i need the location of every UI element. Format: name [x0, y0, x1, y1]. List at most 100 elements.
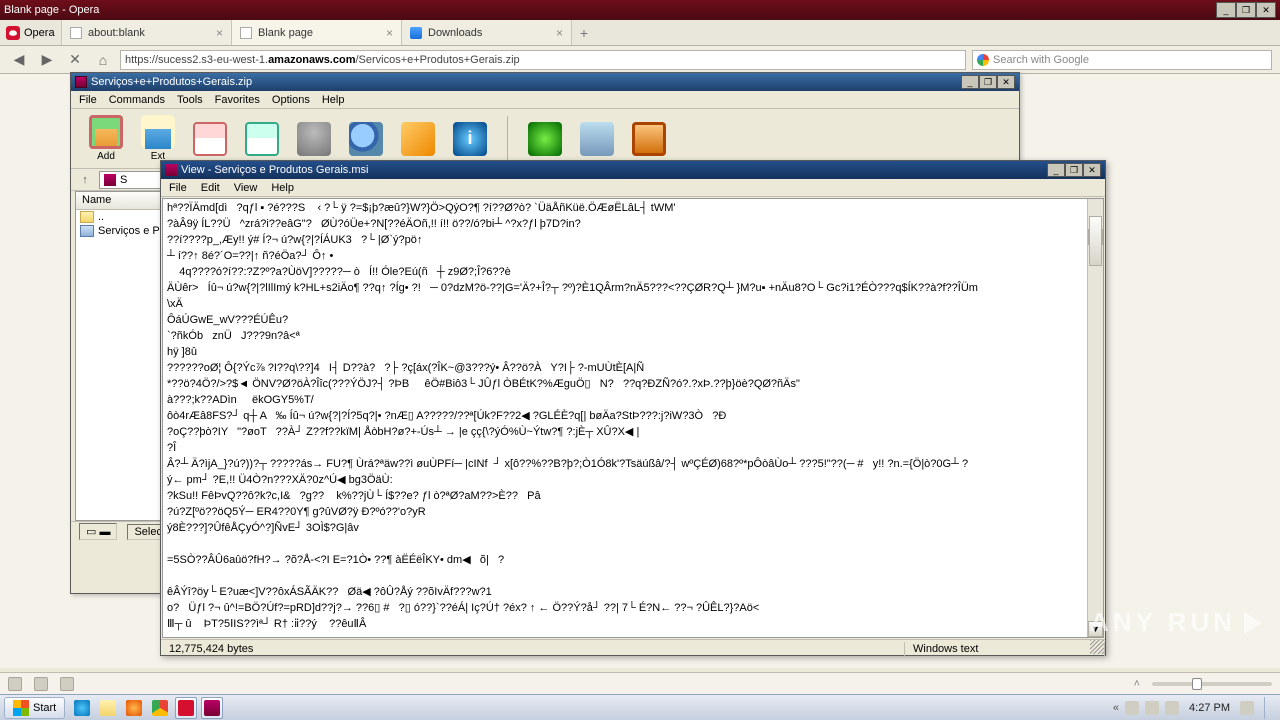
tab-downloads[interactable]: Downloads × [402, 20, 572, 45]
forward-button[interactable]: ▶ [36, 50, 58, 70]
add-icon [89, 115, 123, 149]
status-view-icons[interactable]: ▭ ▬ [79, 523, 117, 540]
download-icon [410, 27, 422, 39]
winrar-icon [165, 164, 177, 176]
window-title: Blank page - Opera [4, 4, 1216, 16]
tool-extract[interactable]: Ext [141, 115, 175, 162]
taskbar-chrome[interactable] [149, 697, 171, 719]
winrar-titlebar[interactable]: Serviços+e+Produtos+Gerais.zip _ ❐ ✕ [71, 73, 1019, 91]
menu-commands[interactable]: Commands [109, 94, 165, 106]
winrar-title-text: Serviços+e+Produtos+Gerais.zip [91, 76, 252, 88]
close-button[interactable]: ✕ [1256, 2, 1276, 18]
minimize-button[interactable]: _ [1047, 163, 1065, 177]
winrar-icon [75, 76, 87, 88]
test-icon [193, 122, 227, 156]
tool-comment[interactable] [580, 122, 614, 156]
taskbar-opera[interactable] [175, 697, 197, 719]
menu-favorites[interactable]: Favorites [215, 94, 260, 106]
start-button[interactable]: Start [4, 697, 65, 719]
menu-file[interactable]: File [79, 94, 97, 106]
view-icon [245, 122, 279, 156]
tray-icon[interactable] [1125, 701, 1139, 715]
tool-wizard[interactable] [401, 122, 435, 156]
maximize-button[interactable]: ❐ [979, 75, 997, 89]
chevron-up-icon[interactable]: ˄ [1134, 678, 1140, 690]
path-value: S [120, 174, 127, 186]
back-button[interactable]: ◀ [8, 50, 30, 70]
viewer-titlebar[interactable]: View - Serviços e Produtos Gerais.msi _ … [161, 161, 1105, 179]
scroll-thumb[interactable] [1089, 216, 1102, 266]
clock[interactable]: 4:27 PM [1185, 702, 1234, 714]
reload-button[interactable]: ✕ [64, 50, 86, 70]
msi-icon [80, 225, 94, 237]
taskbar-mediaplayer[interactable] [123, 697, 145, 719]
menu-help[interactable]: Help [322, 94, 345, 106]
opera-titlebar: Blank page - Opera _ ❐ ✕ [0, 0, 1280, 20]
folder-icon [80, 211, 94, 223]
tool-sfx[interactable] [632, 122, 666, 156]
file-name: Serviços e Pr [98, 225, 163, 237]
extract-icon [141, 115, 175, 149]
browser-content: Serviços+e+Produtos+Gerais.zip _ ❐ ✕ Fil… [0, 74, 1280, 668]
minimize-button[interactable]: _ [961, 75, 979, 89]
home-button[interactable]: ⌂ [92, 50, 114, 70]
info-icon [453, 122, 487, 156]
google-icon [977, 54, 989, 66]
tool-info[interactable] [453, 122, 487, 156]
resize-grip[interactable] [1090, 640, 1104, 654]
tool-delete[interactable] [297, 122, 331, 156]
up-button[interactable]: ↑ [77, 172, 93, 188]
slider-thumb[interactable] [1192, 678, 1202, 690]
maximize-button[interactable]: ❐ [1236, 2, 1256, 18]
opera-menu-button[interactable]: Opera [0, 20, 62, 45]
system-tray: « 4:27 PM [1105, 697, 1280, 719]
url-domain: amazonaws.com [268, 54, 355, 66]
menu-help[interactable]: Help [271, 182, 294, 194]
windows-logo-icon [13, 700, 29, 716]
close-icon[interactable]: × [556, 26, 563, 40]
maximize-button[interactable]: ❐ [1065, 163, 1083, 177]
menu-view[interactable]: View [234, 182, 258, 194]
close-icon[interactable]: × [386, 26, 393, 40]
menu-options[interactable]: Options [272, 94, 310, 106]
minimize-button[interactable]: _ [1216, 2, 1236, 18]
action-center-icon[interactable] [1240, 701, 1254, 715]
viewer-title-text: View - Serviços e Produtos Gerais.msi [181, 164, 368, 176]
url-pre: https://sucess2.s3-eu-west-1. [125, 54, 268, 66]
scroll-down-button[interactable]: ▼ [1088, 621, 1103, 637]
taskbar-ie[interactable] [71, 697, 93, 719]
address-input[interactable]: https://sucess2.s3-eu-west-1.amazonaws.c… [120, 50, 966, 70]
tab-label: Downloads [428, 27, 482, 39]
tab-label: about:blank [88, 27, 145, 39]
vertical-scrollbar[interactable]: ▲ ▼ [1087, 199, 1103, 637]
explorer-icon [100, 700, 116, 716]
new-tab-button[interactable]: + [572, 20, 596, 45]
tool-virusscan[interactable] [528, 122, 562, 156]
taskbar-explorer[interactable] [97, 697, 119, 719]
page-icon [240, 27, 252, 39]
tab-aboutblank[interactable]: about:blank × [62, 20, 232, 45]
taskbar-winrar[interactable] [201, 697, 223, 719]
show-desktop-button[interactable] [1264, 697, 1272, 719]
tray-expand-icon[interactable]: « [1113, 702, 1119, 714]
volume-icon[interactable] [1145, 701, 1159, 715]
menu-edit[interactable]: Edit [201, 182, 220, 194]
tool-view[interactable] [245, 122, 279, 156]
sync-icon[interactable] [34, 677, 48, 691]
tool-test[interactable] [193, 122, 227, 156]
menu-file[interactable]: File [169, 182, 187, 194]
close-button[interactable]: ✕ [997, 75, 1015, 89]
tab-blankpage[interactable]: Blank page × [232, 20, 402, 45]
zoom-slider[interactable] [1152, 682, 1272, 686]
tool-add[interactable]: Add [89, 115, 123, 162]
page-icon [70, 27, 82, 39]
close-button[interactable]: ✕ [1083, 163, 1101, 177]
turbo-icon[interactable] [60, 677, 74, 691]
panel-icon[interactable] [8, 677, 22, 691]
network-icon[interactable] [1165, 701, 1179, 715]
viewer-textarea[interactable]: hª??ÏÄmd[dì ?qƒl ▪ ?é???S ‹ ?└ ÿ ?=$¡þ?æ… [162, 198, 1104, 638]
tool-find[interactable] [349, 122, 383, 156]
close-icon[interactable]: × [216, 26, 223, 40]
search-input[interactable]: Search with Google [972, 50, 1272, 70]
menu-tools[interactable]: Tools [177, 94, 203, 106]
